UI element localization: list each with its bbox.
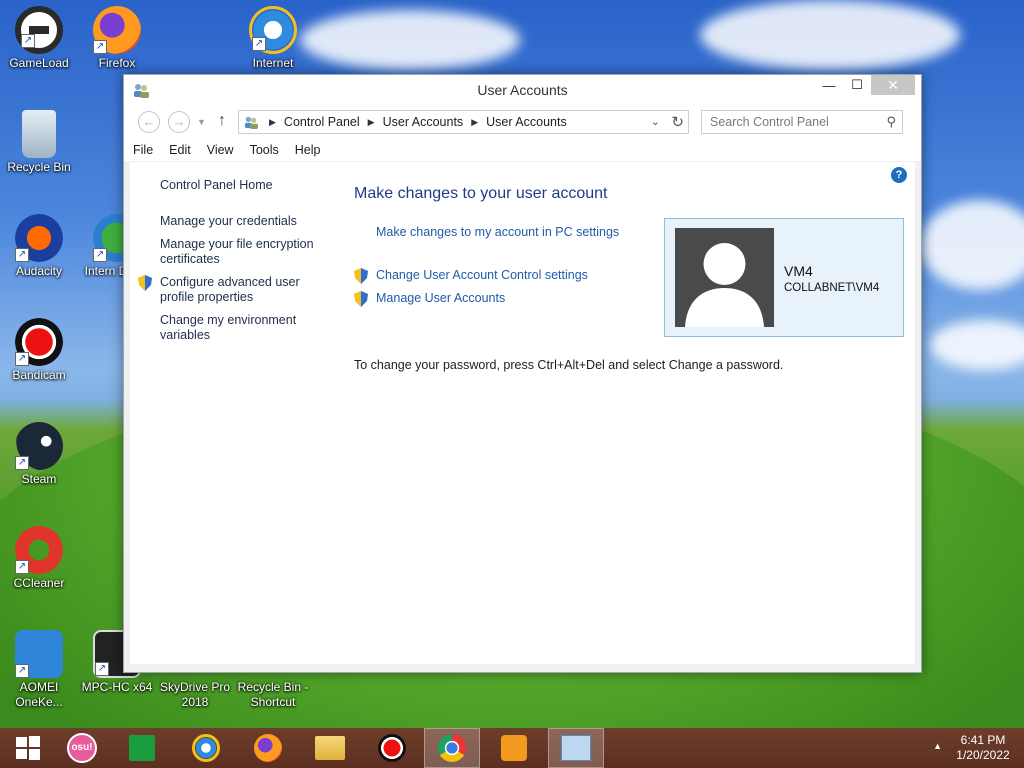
audacity-icon: ↗ (15, 214, 63, 262)
sidebar-manage-credentials[interactable]: Manage your credentials (160, 214, 325, 229)
menu-help[interactable]: Help (295, 143, 321, 157)
store-icon (129, 735, 155, 761)
refresh-icon[interactable]: ↻ (671, 113, 684, 131)
desktop-icon-recycle-bin[interactable]: Recycle Bin (0, 110, 78, 175)
breadcrumb-user-accounts[interactable]: User Accounts (383, 115, 464, 129)
help-icon[interactable]: ? (891, 167, 907, 183)
windows-logo-icon (16, 736, 40, 760)
taskbar-control-panel[interactable] (548, 728, 604, 768)
breadcrumb-separator-icon[interactable]: ▶ (471, 117, 478, 128)
avatar (675, 228, 774, 327)
desktop-icon-internet[interactable]: ↗ Internet (234, 6, 312, 71)
menu-file[interactable]: File (133, 143, 153, 157)
up-arrow-icon[interactable]: ↑ (218, 112, 226, 130)
chrome-icon (438, 734, 466, 762)
desktop-icon-steam[interactable]: ↗ Steam (0, 422, 78, 487)
wallpaper-cloud (920, 200, 1024, 290)
taskbar-file-explorer[interactable] (302, 728, 358, 768)
taskbar-internet-explorer[interactable] (178, 728, 234, 768)
taskbar-osu[interactable]: osu! (54, 728, 110, 768)
internet-explorer-icon (192, 734, 220, 762)
pc-settings-link[interactable]: Make changes to my account in PC setting… (376, 225, 619, 239)
recycle-bin-icon (22, 110, 56, 158)
desktop-icon-aomei[interactable]: ↗ AOMEI OneKe... (0, 630, 78, 710)
desktop-icon-ccleaner[interactable]: ↗ CCleaner (0, 526, 78, 591)
user-domain: COLLABNET\VM4 (784, 282, 880, 294)
taskbar: osu! ▲ 6:41 PM 1/20/2022 (0, 728, 1024, 768)
sidebar-file-encryption-certificates[interactable]: Manage your file encryption certificates (160, 237, 325, 267)
ccleaner-icon: ↗ (15, 526, 63, 574)
menu-edit[interactable]: Edit (169, 143, 191, 157)
bandicam-icon (378, 734, 406, 762)
aomei-icon: ↗ (15, 630, 63, 678)
firefox-icon: ↗ (93, 6, 141, 54)
internet-explorer-icon: ↗ (249, 6, 297, 54)
taskbar-firefox[interactable] (240, 728, 296, 768)
firefox-icon (254, 734, 282, 762)
uac-shield-icon (354, 291, 368, 307)
bandicam-icon: ↗ (15, 318, 63, 366)
clock-time: 6:41 PM (960, 733, 1006, 747)
taskbar-media-player[interactable] (486, 728, 542, 768)
uac-shield-icon (138, 275, 152, 291)
desktop-icon-bandicam[interactable]: ↗ Bandicam (0, 318, 78, 383)
user-card: VM4 COLLABNET\VM4 (664, 218, 904, 337)
title-bar[interactable]: User Accounts — ☐ ✕ (124, 75, 921, 105)
window-title: User Accounts (477, 82, 568, 98)
control-panel-icon (244, 116, 258, 129)
uac-shield-icon (354, 268, 368, 284)
clock-date: 1/20/2022 (956, 748, 1010, 762)
start-button[interactable] (0, 728, 56, 768)
content-pane: ? Control Panel Home Manage your credent… (130, 162, 915, 664)
steam-icon: ↗ (15, 422, 63, 470)
forward-button[interactable]: → (168, 111, 190, 133)
desktop-icon-firefox[interactable]: ↗ Firefox (78, 6, 156, 71)
wallpaper-cloud (930, 320, 1024, 370)
breadcrumb-user-accounts-current[interactable]: User Accounts (486, 115, 567, 129)
system-clock[interactable]: 6:41 PM 1/20/2022 (946, 733, 1020, 763)
menu-view[interactable]: View (207, 143, 234, 157)
address-row: ← → ▼ ↑ ▶ Control Panel ▶ User Accounts … (124, 105, 921, 139)
manage-user-accounts-link[interactable]: Manage User Accounts (376, 291, 505, 305)
address-bar[interactable]: ▶ Control Panel ▶ User Accounts ▶ User A… (238, 110, 689, 134)
uac-settings-link[interactable]: Change User Account Control settings (376, 268, 588, 282)
minimize-button[interactable]: — (815, 75, 843, 95)
breadcrumb-control-panel[interactable]: Control Panel (284, 115, 360, 129)
address-dropdown-chevron-icon[interactable]: ⌄ (651, 115, 660, 128)
search-box[interactable]: ⚲ (701, 110, 903, 134)
user-accounts-window: User Accounts — ☐ ✕ ← → ▼ ↑ ▶ Control Pa… (123, 74, 922, 673)
wallpaper-cloud (300, 10, 520, 70)
close-button[interactable]: ✕ (871, 75, 915, 95)
user-silhouette-icon (685, 243, 764, 327)
osu-icon: osu! (67, 733, 97, 763)
desktop-icon-gameload[interactable]: ↗ GameLoad (0, 6, 78, 71)
back-button[interactable]: ← (138, 111, 160, 133)
folder-icon (315, 736, 345, 760)
breadcrumb-separator-icon[interactable]: ▶ (368, 117, 375, 128)
taskbar-bandicam[interactable] (364, 728, 420, 768)
search-input[interactable] (702, 111, 872, 133)
desktop-icon-audacity[interactable]: ↗ Audacity (0, 214, 78, 279)
user-name: VM4 (784, 263, 813, 279)
menu-tools[interactable]: Tools (250, 143, 279, 157)
sidebar-advanced-profile-properties[interactable]: Configure advanced user profile properti… (160, 275, 325, 305)
breadcrumb-separator-icon[interactable]: ▶ (269, 117, 276, 128)
password-note: To change your password, press Ctrl+Alt+… (354, 358, 784, 372)
gameload-icon: ↗ (15, 6, 63, 54)
taskbar-store[interactable] (114, 728, 170, 768)
wallpaper-cloud (700, 0, 960, 70)
recent-locations-chevron-icon[interactable]: ▼ (197, 117, 206, 127)
sidebar-control-panel-home[interactable]: Control Panel Home (160, 178, 325, 193)
menu-bar: File Edit View Tools Help (124, 139, 921, 161)
search-icon[interactable]: ⚲ (886, 114, 896, 130)
control-panel-icon (561, 735, 591, 761)
tray-chevron-up-icon[interactable]: ▲ (933, 741, 942, 751)
sidebar-environment-variables[interactable]: Change my environment variables (160, 313, 325, 343)
maximize-button[interactable]: ☐ (843, 75, 871, 95)
taskbar-chrome[interactable] (424, 728, 480, 768)
media-player-icon (501, 735, 527, 761)
page-title: Make changes to your user account (354, 185, 608, 202)
